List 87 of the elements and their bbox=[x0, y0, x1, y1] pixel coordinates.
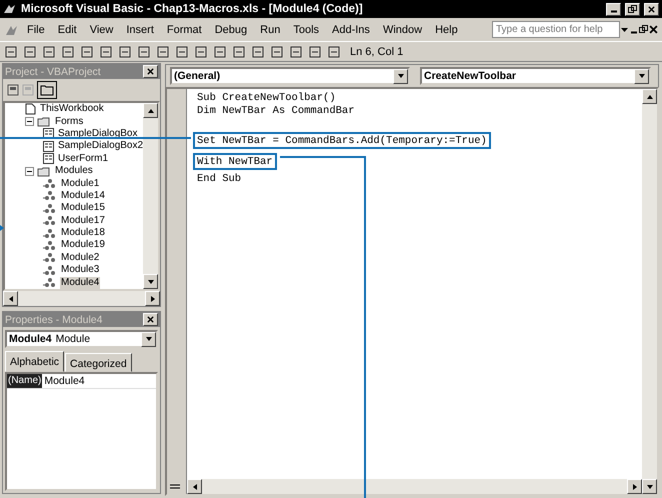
property-name[interactable]: (Name) bbox=[7, 374, 42, 388]
tree-item[interactable]: Forms bbox=[54, 116, 84, 128]
collapse-icon[interactable] bbox=[25, 166, 34, 176]
close-icon[interactable] bbox=[147, 316, 154, 323]
menu-item[interactable]: Debug bbox=[208, 22, 254, 38]
arrow-right-icon[interactable] bbox=[148, 294, 156, 302]
tree-item[interactable]: Module15 bbox=[60, 202, 106, 214]
object-dropdown[interactable]: (General) bbox=[170, 67, 410, 85]
collapse-icon[interactable] bbox=[25, 117, 34, 126]
property-value[interactable]: Module4 bbox=[42, 374, 87, 388]
menu-item[interactable]: Edit bbox=[52, 22, 83, 38]
tab[interactable]: Alphabetic bbox=[5, 351, 64, 372]
module-icon bbox=[43, 215, 57, 226]
tree-item[interactable]: Module1 bbox=[60, 178, 100, 190]
module-icon bbox=[43, 264, 57, 276]
scrollbar[interactable] bbox=[3, 291, 160, 306]
tree-item[interactable]: ThisWorkbook bbox=[39, 103, 105, 116]
window-title: Microsoft Visual Basic - Chap13-Macros.xls - [Module4 (Code)] bbox=[21, 3, 364, 15]
tree-item[interactable]: SampleDialogBox2 bbox=[57, 140, 143, 152]
tree-item[interactable]: Module2 bbox=[60, 252, 100, 264]
folder-icon[interactable] bbox=[37, 81, 57, 99]
arrow-up-icon[interactable] bbox=[646, 92, 654, 100]
tree-item[interactable]: Module19 bbox=[60, 239, 106, 252]
code-line: Sub CreateNewToolbar() bbox=[196, 91, 337, 104]
menu-item[interactable]: Tools bbox=[287, 22, 326, 38]
close-icon[interactable] bbox=[147, 68, 154, 75]
close-button[interactable] bbox=[143, 313, 158, 326]
scrollbar[interactable] bbox=[143, 103, 158, 289]
menu-item[interactable]: File bbox=[21, 22, 51, 38]
menu-item[interactable]: Window bbox=[376, 22, 428, 38]
minimize-button[interactable] bbox=[606, 2, 621, 16]
module-icon bbox=[43, 190, 57, 202]
object-dropdown[interactable]: Module4 Module bbox=[5, 330, 158, 348]
restore-button[interactable] bbox=[625, 2, 640, 16]
arrow-down-icon[interactable] bbox=[638, 72, 646, 80]
form-icon bbox=[43, 153, 54, 164]
scrollbar[interactable] bbox=[187, 479, 642, 494]
tree-item[interactable]: Modules bbox=[54, 165, 94, 178]
arrow-down-icon[interactable] bbox=[146, 278, 154, 286]
menu-item[interactable]: Insert bbox=[120, 22, 160, 38]
tab[interactable]: Categorized bbox=[65, 353, 132, 372]
menu-item[interactable]: Format bbox=[160, 22, 208, 38]
module-icon bbox=[43, 202, 57, 214]
module-icon bbox=[43, 277, 57, 288]
code-line: End Sub bbox=[196, 172, 242, 185]
tree-item[interactable]: Module3 bbox=[60, 264, 100, 276]
arrow-right-icon[interactable] bbox=[630, 482, 638, 490]
code-line: Dim NewTBar As CommandBar bbox=[196, 104, 356, 117]
close-button[interactable] bbox=[644, 2, 659, 16]
menu-item[interactable]: Help bbox=[429, 22, 464, 38]
arrow-left-icon[interactable] bbox=[190, 482, 198, 490]
menu-item[interactable]: View bbox=[84, 22, 120, 38]
arrow-left-icon[interactable] bbox=[6, 294, 14, 302]
tree-item[interactable]: Module17 bbox=[60, 214, 106, 227]
tree-item[interactable]: Module18 bbox=[60, 227, 106, 240]
close-icon[interactable] bbox=[648, 6, 655, 12]
procedure-dropdown[interactable]: CreateNewToolbar bbox=[420, 67, 651, 85]
cursor-position: Ln 6, Col 1 bbox=[350, 46, 404, 58]
module-icon bbox=[43, 178, 57, 190]
app-icon bbox=[3, 3, 17, 15]
arrow-down-icon[interactable] bbox=[396, 72, 404, 80]
menu-item[interactable]: Add-Ins bbox=[326, 22, 376, 38]
menu-item[interactable]: Run bbox=[254, 22, 286, 38]
scrollbar[interactable] bbox=[642, 89, 657, 494]
pane-title: Project - VBAProject bbox=[5, 66, 101, 78]
folder-icon bbox=[37, 166, 51, 177]
tree-item[interactable]: SampleDialogBox bbox=[57, 128, 138, 140]
tree-item[interactable]: Module14 bbox=[60, 190, 106, 202]
restore-icon[interactable] bbox=[628, 4, 637, 14]
module-icon bbox=[43, 228, 57, 239]
form-icon bbox=[43, 140, 54, 152]
arrow-down-icon[interactable] bbox=[646, 482, 654, 490]
tree-item[interactable]: UserForm1 bbox=[57, 152, 110, 165]
pointer-icon bbox=[0, 225, 4, 231]
close-icon[interactable] bbox=[649, 25, 658, 34]
arrow-down-icon[interactable] bbox=[144, 335, 152, 343]
dropdown-arrow-icon[interactable] bbox=[621, 26, 629, 32]
folder-icon bbox=[37, 116, 51, 128]
pane-title: Properties - Module4 bbox=[5, 314, 102, 326]
help-search-field[interactable]: Type a question for help bbox=[492, 21, 620, 38]
arrow-up-icon[interactable] bbox=[146, 106, 154, 114]
module-icon bbox=[43, 252, 57, 264]
tree-item[interactable]: Module4 bbox=[60, 276, 100, 289]
form-icon bbox=[43, 128, 54, 140]
close-button[interactable] bbox=[143, 65, 158, 78]
module-icon bbox=[43, 240, 57, 251]
restore-icon[interactable] bbox=[639, 25, 648, 34]
